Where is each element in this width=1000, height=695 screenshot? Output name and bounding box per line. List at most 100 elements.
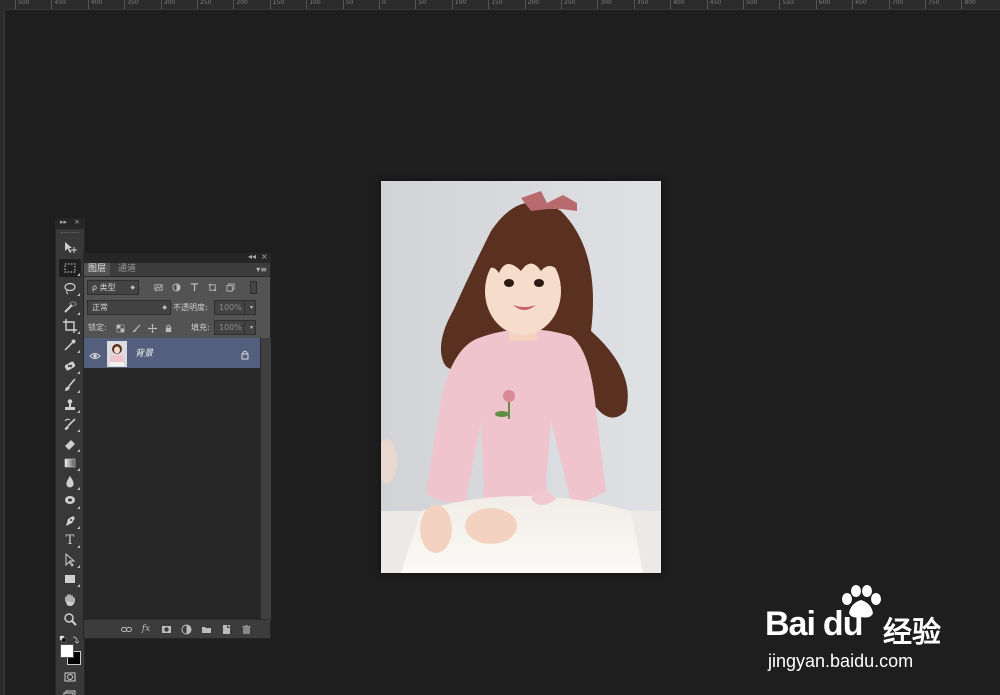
rectangle-tool[interactable]	[59, 570, 81, 588]
watermark-brand: Bai du	[765, 605, 863, 643]
ruler-tick	[306, 0, 308, 9]
filter-kind-select[interactable]: ρ 类型 ◆	[87, 280, 139, 295]
blend-row: 正常 ◆ 不透明度: 100% ▾	[84, 297, 270, 317]
tools-grip[interactable]	[61, 232, 79, 236]
ruler-label: 150	[272, 0, 285, 6]
panel-tabs: 图层 通道 ▾≡	[84, 263, 270, 277]
layers-panel-titlebar[interactable]: ◂◂ ×	[84, 252, 270, 263]
ruler-label: 150	[491, 0, 503, 6]
type-tool[interactable]: T	[59, 531, 81, 549]
opacity-dropdown[interactable]: ▾	[244, 300, 256, 315]
layer-lock-icon	[239, 346, 251, 360]
collapse-icon[interactable]: ◂◂	[248, 252, 256, 261]
filter-type-icon[interactable]	[189, 282, 199, 292]
hand-tool[interactable]	[59, 591, 81, 609]
history-brush-tool[interactable]	[59, 415, 81, 433]
ruler-tick	[743, 0, 744, 9]
watermark-cn: 经验	[883, 615, 942, 649]
tab-channels[interactable]: 通道	[114, 263, 140, 276]
panel-menu-icon[interactable]: ▾≡	[256, 263, 267, 276]
document-canvas[interactable]	[381, 181, 661, 573]
link-layers-icon[interactable]	[120, 623, 132, 635]
ruler-label: 400	[673, 0, 685, 6]
fill-dropdown[interactable]: ▾	[244, 320, 256, 335]
ruler-label: 700	[891, 0, 904, 6]
swap-colors[interactable]	[59, 630, 81, 644]
lock-pixels-icon[interactable]	[131, 323, 141, 333]
close-icon[interactable]: ×	[261, 252, 268, 261]
blur-icon	[66, 476, 74, 488]
tab-layers[interactable]: 图层	[84, 263, 111, 276]
filter-smart-object-icon[interactable]	[225, 282, 235, 292]
gradient-tool[interactable]	[59, 454, 81, 472]
quick-mask-tool[interactable]	[59, 668, 81, 686]
horizontal-ruler[interactable]: 500 450 400 350 300 250 200 150 100 50 0 50 100 150 20…	[0, 0, 1000, 10]
fill-input[interactable]: 100%	[214, 320, 245, 335]
ruler-tick	[342, 0, 344, 9]
lasso-tool[interactable]	[59, 279, 81, 297]
move-tool[interactable]	[59, 239, 81, 257]
brush-tool[interactable]	[59, 376, 81, 394]
filter-pixel-icon[interactable]	[153, 282, 163, 292]
layer-row[interactable]: 背景	[84, 338, 260, 368]
layer-name[interactable]: 背景	[135, 346, 153, 359]
clone-stamp-tool[interactable]	[59, 396, 81, 414]
ruler-label: 250	[564, 0, 576, 6]
adjustment-layer-icon[interactable]	[180, 623, 192, 635]
fill-label: 填充:	[191, 323, 210, 332]
crop-tool[interactable]	[59, 317, 81, 335]
vertical-ruler[interactable]	[0, 9, 5, 695]
path-selection-tool[interactable]	[59, 551, 81, 569]
blend-mode-select[interactable]: 正常 ◆	[87, 300, 171, 315]
dodge-tool[interactable]	[59, 492, 81, 510]
ruler-tick	[233, 0, 235, 9]
marquee-icon	[64, 263, 76, 273]
collapse-icon[interactable]: ▸▸	[60, 218, 67, 226]
new-group-icon[interactable]	[200, 623, 212, 635]
layers-scrollbar[interactable]	[260, 338, 271, 620]
ruler-tick	[597, 0, 599, 9]
eyedropper-tool[interactable]	[59, 336, 81, 354]
eye-icon[interactable]	[89, 347, 101, 359]
quick-selection-tool[interactable]	[59, 298, 81, 316]
foreground-color-swatch[interactable]	[60, 644, 74, 658]
lock-row: 锁定: 填充: 100% ▾	[84, 317, 270, 337]
ruler-tick	[124, 0, 126, 9]
baidu-jingyan-watermark: Bai du 经验 jingyan.baidu.com	[765, 585, 995, 685]
ruler-label: 300	[163, 0, 176, 6]
zoom-tool[interactable]	[59, 610, 81, 628]
marquee-tool[interactable]	[59, 259, 81, 277]
blur-tool[interactable]	[59, 473, 81, 491]
layer-style-icon[interactable]: fx	[140, 623, 152, 635]
ruler-tick	[15, 0, 16, 9]
eraser-tool[interactable]	[59, 435, 81, 453]
lock-position-icon[interactable]	[147, 323, 157, 333]
add-mask-icon[interactable]	[160, 623, 172, 635]
opacity-input[interactable]: 100%	[214, 300, 245, 315]
stamp-icon	[65, 399, 75, 410]
filter-adjustment-icon[interactable]	[171, 282, 181, 292]
new-layer-icon[interactable]	[220, 623, 232, 635]
layers-panel-footer: fx	[84, 619, 270, 638]
move-icon	[65, 242, 77, 253]
ruler-tick	[888, 0, 890, 9]
ruler-tick	[852, 0, 854, 9]
ruler-label: 650	[855, 0, 867, 6]
layers-list: 背景	[84, 338, 260, 620]
layer-thumbnail[interactable]	[107, 341, 127, 367]
ruler-tick	[670, 0, 672, 9]
pen-tool[interactable]	[59, 512, 81, 530]
filter-toggle-switch[interactable]	[250, 281, 257, 294]
screen-mode-tool[interactable]	[59, 686, 81, 695]
healing-brush-tool[interactable]	[59, 357, 81, 375]
lock-transparent-icon[interactable]	[115, 323, 125, 333]
lock-label: 锁定:	[88, 323, 107, 332]
delete-layer-icon[interactable]	[240, 623, 252, 635]
ruler-label: 0	[382, 0, 386, 6]
close-icon[interactable]: ×	[74, 218, 80, 226]
gradient-icon	[64, 458, 76, 468]
color-swatches[interactable]	[59, 643, 81, 665]
dodge-icon	[65, 496, 75, 504]
lock-all-icon[interactable]	[163, 323, 173, 333]
filter-shape-icon[interactable]	[207, 282, 217, 292]
